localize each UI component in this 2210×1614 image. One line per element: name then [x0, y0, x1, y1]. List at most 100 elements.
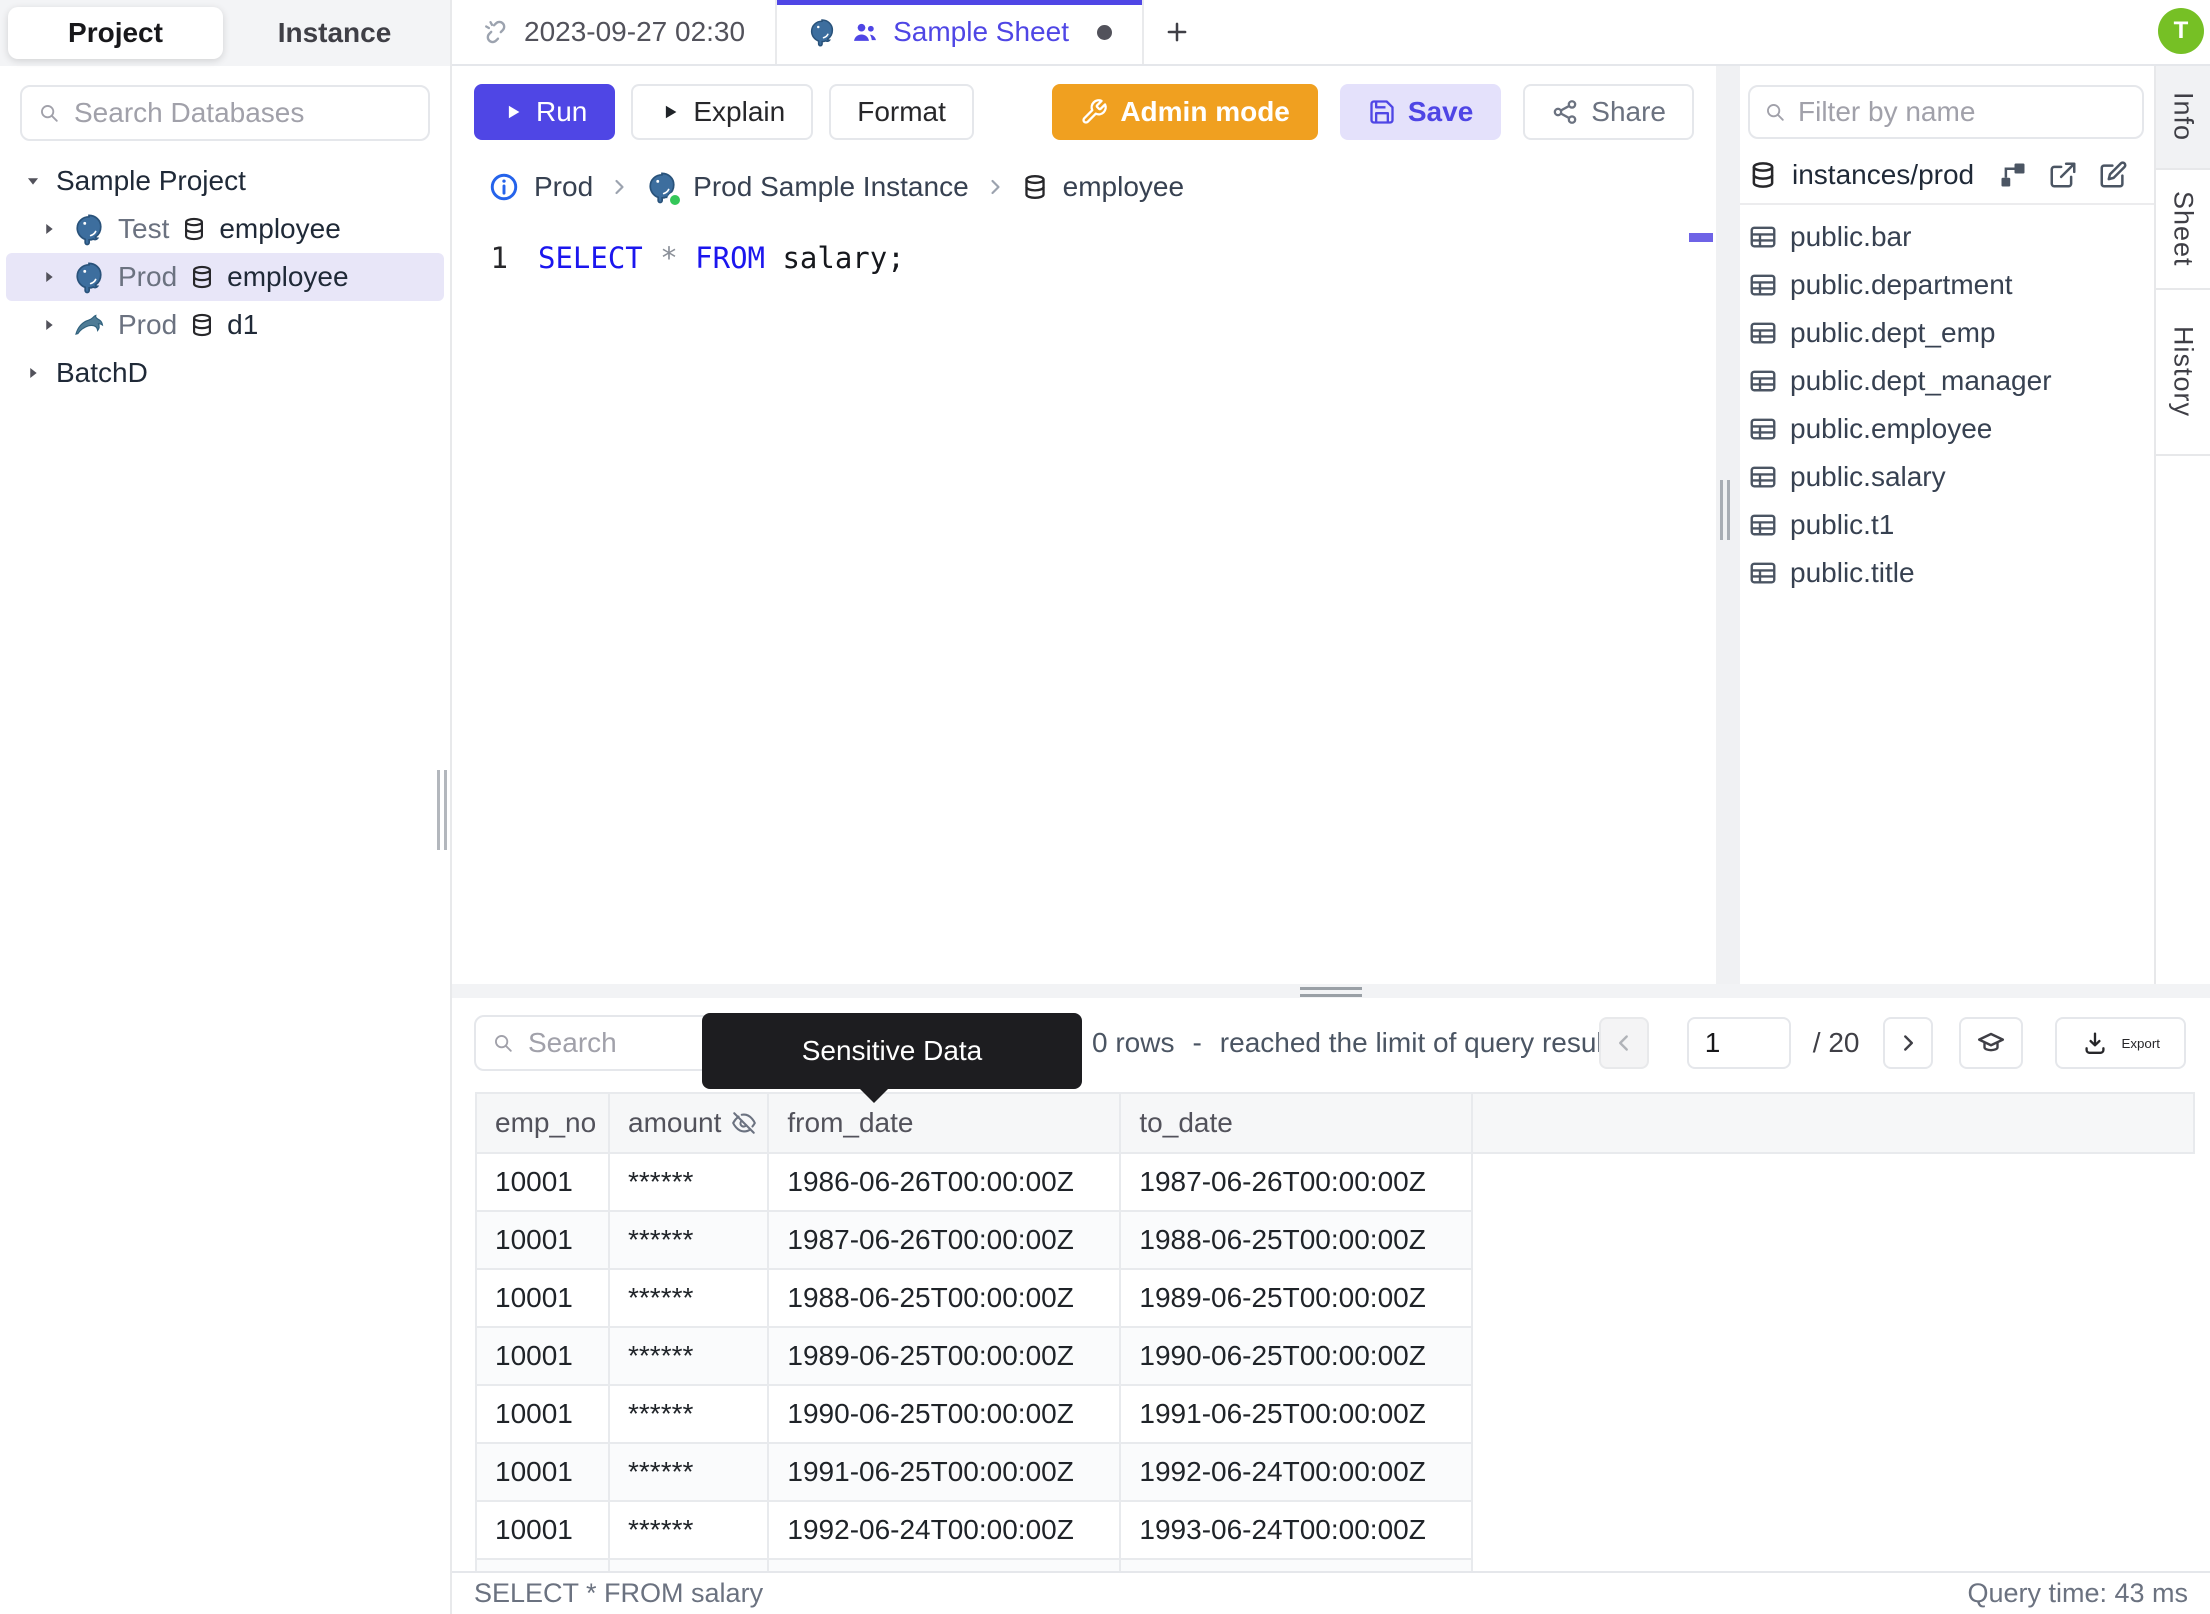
caret-down-icon	[22, 170, 44, 192]
tree-item-prod-d1[interactable]: Prod d1	[6, 301, 444, 349]
tab-info[interactable]: Info	[2156, 66, 2210, 170]
tab-sheet[interactable]: Sheet	[2156, 170, 2210, 290]
tab-project[interactable]: Project	[8, 7, 223, 59]
table-icon	[1748, 558, 1778, 588]
cell: ******	[607, 1442, 770, 1502]
page-total: / 20	[1812, 1027, 1860, 1058]
search-icon	[492, 1032, 514, 1054]
database-group-label: instances/prod	[1792, 159, 1975, 190]
cell: ******	[607, 1268, 770, 1328]
external-link-icon[interactable]	[2048, 160, 2078, 190]
right-vertical-tabs: Info Sheet History	[2154, 66, 2210, 988]
format-button[interactable]: Format	[829, 84, 974, 140]
eye-off-icon[interactable]	[731, 1110, 757, 1136]
left-sidebar: Project Instance Sample Project Test emplo…	[0, 0, 452, 1614]
tree-item-test-employee[interactable]: Test employee	[6, 205, 444, 253]
share-button[interactable]: Share	[1523, 84, 1694, 140]
table-row[interactable]: 10001 ****** 1990-06-25T00:00:00Z 1991-06-2…	[475, 1384, 2195, 1444]
environment-label: Prod	[118, 309, 178, 340]
filter-by-name-input[interactable]	[1798, 96, 2128, 128]
edit-icon[interactable]	[2098, 160, 2128, 190]
table-list-item-public-department[interactable]: public.department	[1740, 261, 2154, 309]
table-list-item-public-dept_manager[interactable]: public.dept_manager	[1740, 357, 2154, 405]
info-icon[interactable]	[488, 171, 520, 203]
table-name: public.bar	[1790, 221, 1912, 252]
table-filter-box[interactable]	[1748, 85, 2144, 139]
table-list-item-public-t1[interactable]: public.t1	[1740, 501, 2154, 549]
cell: 10001	[475, 1326, 610, 1386]
sql-operator: *	[642, 241, 696, 275]
table-icon	[1748, 462, 1778, 492]
tab-history[interactable]: History	[2156, 290, 2210, 456]
column-header-amount[interactable]: amount	[607, 1092, 770, 1154]
worksheet-tab-sample-sheet[interactable]: Sample Sheet	[777, 0, 1144, 64]
mysql-icon	[72, 308, 106, 342]
tree-item-batchd[interactable]: BatchD	[6, 349, 444, 397]
postgres-icon	[807, 17, 837, 47]
caret-right-icon	[22, 362, 44, 384]
masking-info-button[interactable]	[1959, 1017, 2024, 1069]
table-icon	[1748, 414, 1778, 444]
table-row[interactable]: 10001 ****** 1986-06-26T00:00:00Z 1987-06-2…	[475, 1152, 2195, 1212]
chevron-right-icon	[1895, 1030, 1921, 1056]
active-tab-indicator	[777, 0, 1142, 5]
table-row[interactable]: 10001 ****** 1987-06-26T00:00:00Z 1988-06-2…	[475, 1210, 2195, 1270]
next-page-button[interactable]	[1883, 1017, 1934, 1069]
table-icon	[1748, 318, 1778, 348]
cell: ******	[607, 1500, 770, 1560]
breadcrumb-environment[interactable]: Prod	[534, 171, 593, 203]
cell: 10001	[475, 1442, 610, 1502]
worksheet-tab-unsaved[interactable]: 2023-09-27 02:30	[452, 0, 778, 64]
table-row[interactable]: 10001 ****** 1988-06-25T00:00:00Z 1989-06-2…	[475, 1268, 2195, 1328]
table-row[interactable]: 10001 ****** 1989-06-25T00:00:00Z 1990-06-2…	[475, 1326, 2195, 1386]
export-button[interactable]: Export	[2055, 1017, 2186, 1069]
database-icon	[1021, 173, 1049, 201]
caret-right-icon	[38, 314, 60, 336]
right-panel-resize-handle[interactable]	[1720, 480, 1730, 540]
cell: 1990-06-25T00:00:00Z	[1119, 1326, 1474, 1386]
avatar[interactable]: T	[2158, 8, 2204, 54]
page-number-input[interactable]	[1686, 1017, 1791, 1069]
table-list-item-public-bar[interactable]: public.bar	[1740, 213, 2154, 261]
tree-item-sample-project[interactable]: Sample Project	[6, 157, 444, 205]
sql-editor[interactable]: 1 SELECT * FROM salary;	[452, 218, 1716, 984]
table-list-item-public-dept_emp[interactable]: public.dept_emp	[1740, 309, 2154, 357]
table-name: public.employee	[1790, 413, 1993, 444]
tree-item-prod-employee[interactable]: Prod employee	[6, 253, 444, 301]
row-count: 0 rows	[1092, 1027, 1175, 1058]
table-list-item-public-employee[interactable]: public.employee	[1740, 405, 2154, 453]
database-group-row: instances/prod	[1740, 147, 2154, 205]
admin-mode-button[interactable]: Admin mode	[1052, 84, 1318, 140]
prev-page-button[interactable]	[1598, 1017, 1649, 1069]
results-resize-handle[interactable]	[1300, 987, 1362, 1001]
cell: 1989-06-25T00:00:00Z	[767, 1326, 1122, 1386]
table-name: public.dept_emp	[1790, 317, 1996, 348]
schema-diagram-icon[interactable]	[1998, 160, 2028, 190]
save-button[interactable]: Save	[1339, 84, 1502, 140]
cell: 10001	[475, 1500, 610, 1560]
results-divider	[452, 984, 2210, 998]
environment-label: Prod	[118, 261, 178, 292]
table-row[interactable]: 10001 ****** 1991-06-25T00:00:00Z 1992-06-2…	[475, 1442, 2195, 1502]
breadcrumb-database[interactable]: employee	[1063, 171, 1184, 203]
table-row[interactable]: 10001 ****** 1992-06-24T00:00:00Z 1993-06-2…	[475, 1500, 2195, 1560]
explain-button[interactable]: Explain	[631, 84, 814, 140]
breadcrumb-instance[interactable]: Prod Sample Instance	[693, 171, 969, 203]
table-list-item-public-title[interactable]: public.title	[1740, 549, 2154, 597]
sensitive-data-tooltip: Sensitive Data	[702, 1013, 1082, 1103]
instance-engine-icon-wrap	[645, 170, 684, 208]
new-tab-button[interactable]	[1144, 0, 1210, 64]
worksheet-tab-bar: 2023-09-27 02:30 Sample Sheet T	[452, 0, 2210, 66]
run-button[interactable]: Run	[474, 84, 616, 140]
left-panel-resize-handle[interactable]	[437, 770, 447, 850]
column-header-emp_no[interactable]: emp_no	[475, 1092, 610, 1154]
column-header-from_date[interactable]: from_date	[767, 1092, 1122, 1154]
header-row: emp_no amount from_date to_date	[475, 1092, 2196, 1154]
graduation-cap-icon	[1976, 1028, 2006, 1058]
search-databases-input[interactable]	[74, 97, 412, 129]
column-header-to_date[interactable]: to_date	[1119, 1092, 1474, 1154]
table-list-item-public-salary[interactable]: public.salary	[1740, 453, 2154, 501]
breadcrumb: Prod Prod Sample Instance employee	[452, 156, 1716, 218]
database-search-box[interactable]	[20, 85, 430, 141]
tab-instance[interactable]: Instance	[227, 7, 442, 59]
